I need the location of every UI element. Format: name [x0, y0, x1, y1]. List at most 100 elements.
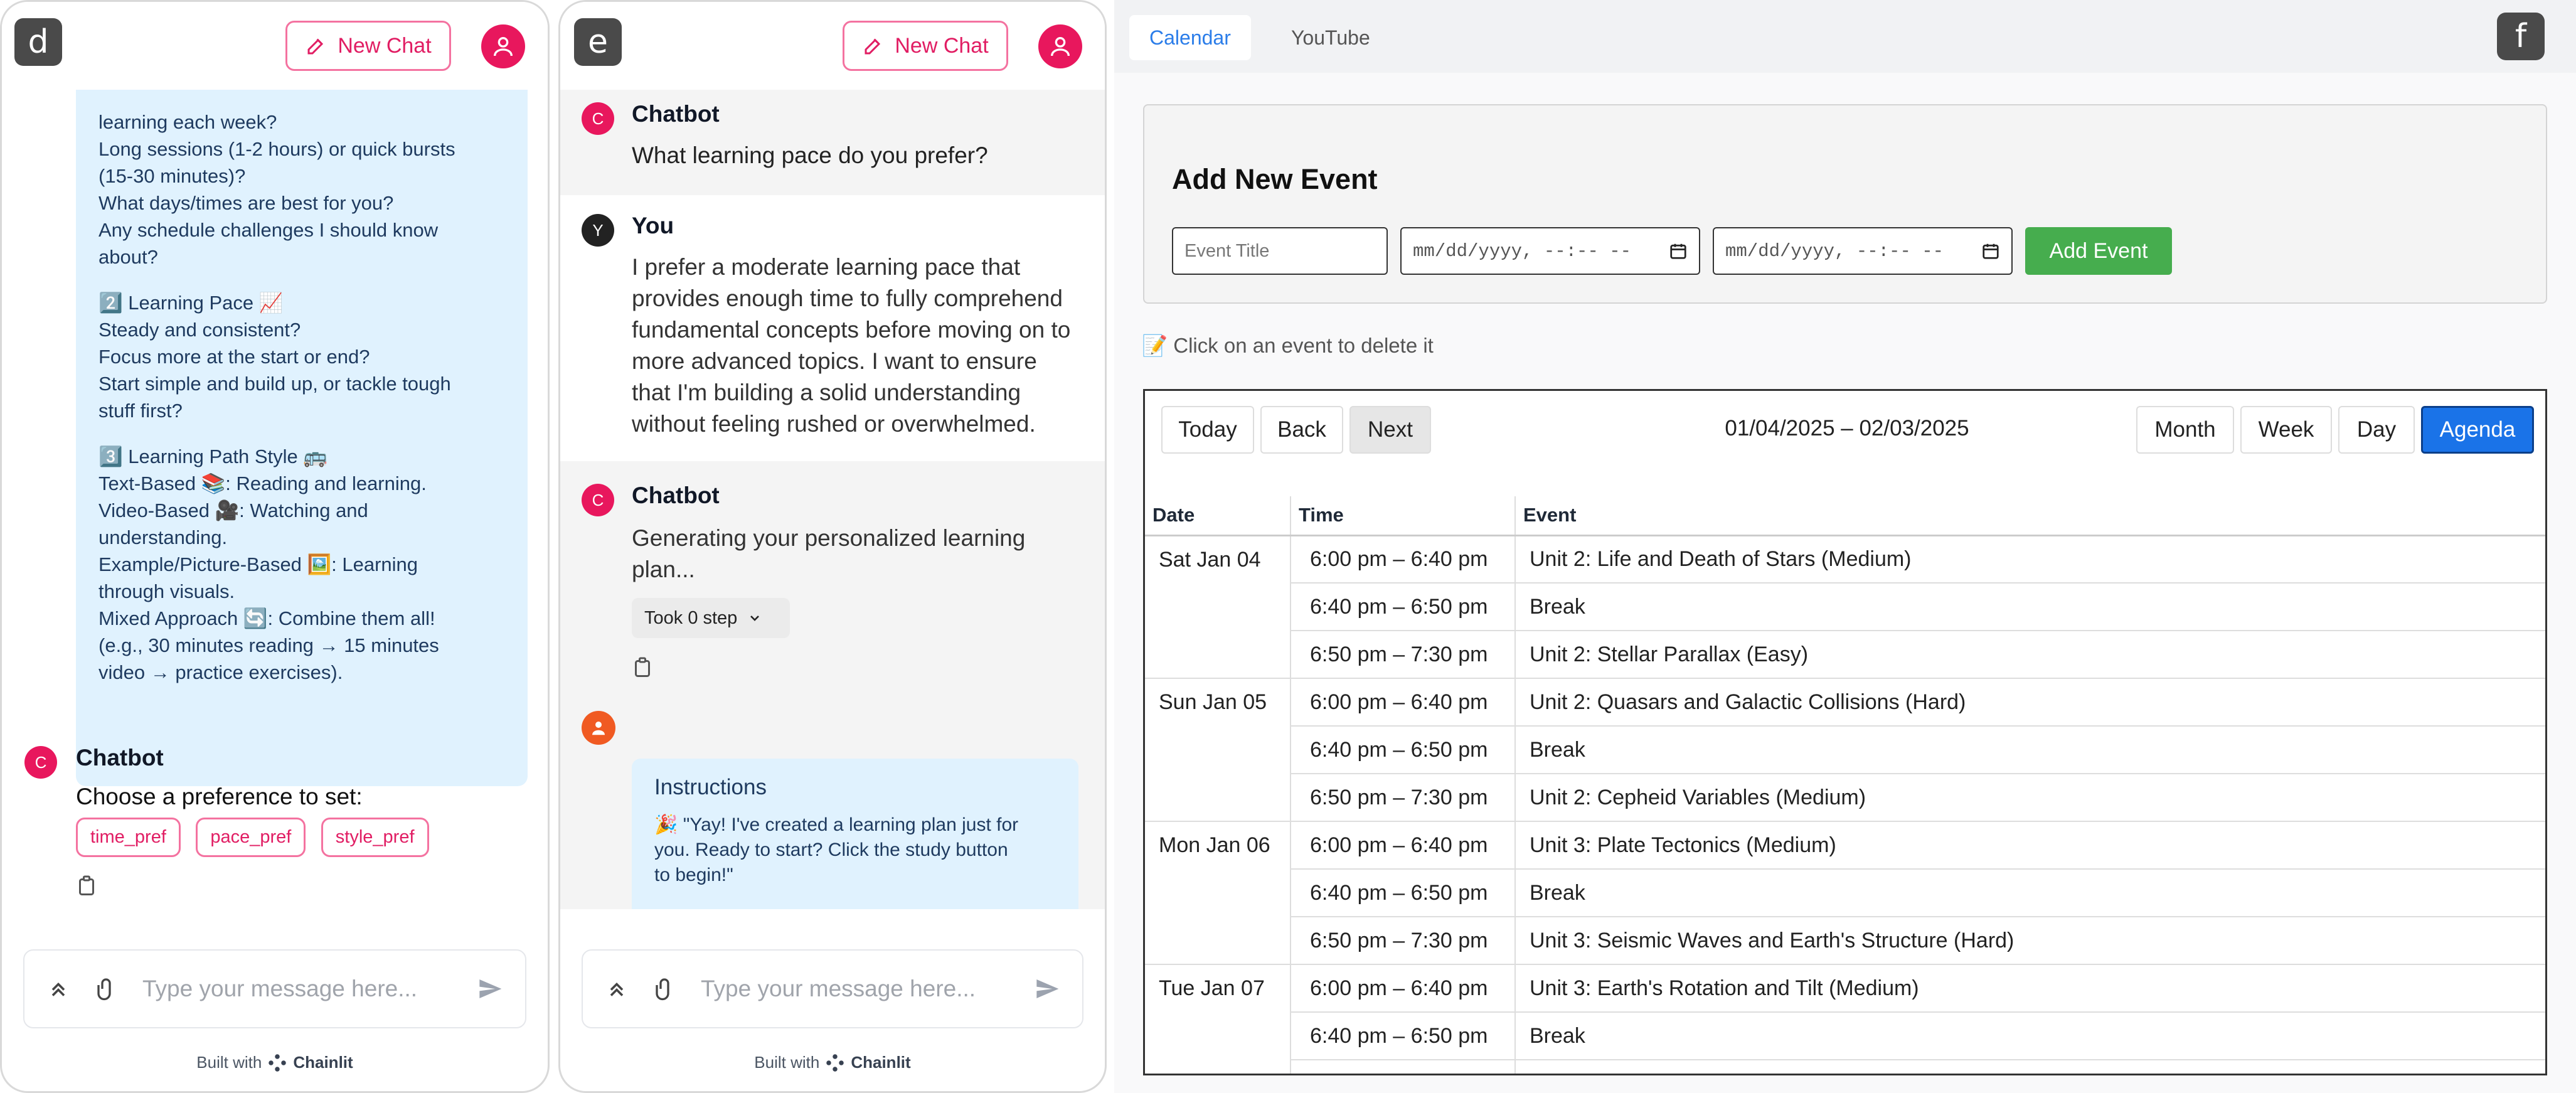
- assistant-avatar: [582, 711, 615, 745]
- event-title-input[interactable]: Event Title: [1172, 227, 1388, 275]
- agenda-row: 6:50 pm – 7:30 pm Unit 2: Stellar Paralla…: [1145, 631, 2545, 679]
- chevrons-up-icon[interactable]: [605, 978, 628, 1000]
- agenda-event-cell[interactable]: Unit 2: Stellar Parallax (Easy): [1515, 631, 2545, 679]
- built-with-text: Built with: [754, 1053, 820, 1072]
- text-line: Focus more at the start or end?: [98, 346, 370, 368]
- view-month-button[interactable]: Month: [2136, 406, 2234, 454]
- text-line: without feeling rushed or overwhelmed.: [632, 411, 1036, 437]
- message-composer: [582, 949, 1083, 1028]
- instructions-title: Instructions: [654, 775, 767, 799]
- text-line: Start simple and build up, or tackle tou…: [98, 373, 451, 395]
- chat-header: New Chat: [560, 2, 1105, 90]
- agenda-event-cell[interactable]: Break: [1515, 869, 2545, 917]
- user-icon: [592, 722, 605, 735]
- message-input[interactable]: [142, 976, 452, 1002]
- today-button[interactable]: Today: [1161, 406, 1254, 454]
- chip-pace-pref[interactable]: pace_pref: [196, 818, 306, 857]
- view-week-button[interactable]: Week: [2240, 406, 2332, 454]
- text-line: Any schedule challenges I should know: [98, 219, 439, 241]
- new-chat-button[interactable]: New Chat: [285, 21, 451, 71]
- chip-time-pref[interactable]: time_pref: [76, 818, 181, 857]
- user-avatar-button[interactable]: [1038, 24, 1082, 68]
- agenda-time-cell: 6:00 pm – 6:40 pm: [1291, 535, 1516, 584]
- agenda-row: 6:40 pm – 6:50 pm Break: [1145, 583, 2545, 631]
- agenda-time-cell: [1291, 1060, 1516, 1074]
- text-line: Video-Based 🎥: Watching and: [98, 499, 368, 521]
- calendar-agenda: Today Back Next 01/04/2025 – 02/03/2025 …: [1143, 389, 2547, 1075]
- user-avatar-button[interactable]: [481, 24, 525, 68]
- copy-icon[interactable]: [77, 875, 96, 900]
- message-input[interactable]: [701, 976, 1009, 1002]
- user-icon: [1051, 36, 1070, 56]
- agenda-event-cell[interactable]: Unit 2: Cepheid Variables (Medium): [1515, 774, 2545, 822]
- agenda-event-cell[interactable]: Break: [1515, 583, 2545, 631]
- text-line: (e.g., 30 minutes reading → 15 minutes: [98, 634, 439, 656]
- text-line: I prefer a moderate learning pace that: [632, 254, 1021, 280]
- tab-calendar[interactable]: Calendar: [1129, 15, 1251, 60]
- view-day-button[interactable]: Day: [2338, 406, 2415, 454]
- text-line: you. Ready to start? Click the study but…: [654, 840, 1008, 860]
- chatbot-avatar: C: [24, 746, 57, 779]
- paperclip-icon[interactable]: [653, 976, 676, 1001]
- view-agenda-button[interactable]: Agenda: [2421, 406, 2534, 454]
- send-icon[interactable]: [1035, 976, 1060, 1001]
- chatbot-name: Chatbot: [632, 483, 720, 508]
- agenda-time-cell: 6:00 pm – 6:40 pm: [1291, 678, 1516, 727]
- agenda-event-cell[interactable]: Unit 3: Plate Tectonics (Medium): [1515, 821, 2545, 870]
- user-message-block: Y You I prefer a moderate learning pace …: [560, 195, 1105, 461]
- text-line: [98, 270, 528, 289]
- user-message-text: I prefer a moderate learning pace that pr…: [632, 252, 1070, 440]
- agenda-event-cell[interactable]: Unit 2: Life and Death of Stars (Medium): [1515, 535, 2545, 584]
- chat-panel-e: e New Chat C Chatbot What learning pace …: [558, 0, 1107, 1093]
- text-line: 2️⃣ Learning Pace 📈: [98, 292, 284, 314]
- agenda-time-cell: 6:50 pm – 7:30 pm: [1291, 774, 1516, 822]
- end-datetime-input[interactable]: mm/dd/yyyy, --:-- --: [1713, 227, 2013, 275]
- column-event: Event: [1515, 496, 2545, 536]
- agenda-event-cell[interactable]: Break: [1515, 726, 2545, 774]
- agenda-event-cell[interactable]: Unit 2: Quasars and Galactic Collisions …: [1515, 678, 2545, 727]
- chip-style-pref[interactable]: style_pref: [321, 818, 429, 857]
- panel-label-f: f: [2497, 13, 2545, 60]
- add-event-button[interactable]: Add Event: [2025, 227, 2172, 275]
- text-line: through visuals.: [98, 580, 235, 602]
- agenda-time-cell: 6:50 pm – 7:30 pm: [1291, 917, 1516, 965]
- tab-bar: Calendar YouTube f: [1114, 0, 2576, 73]
- text-line: What days/times are best for you?: [98, 192, 394, 214]
- built-with-text: Built with: [196, 1053, 262, 1072]
- chainlit-brand[interactable]: Chainlit: [293, 1053, 353, 1072]
- agenda-event-cell[interactable]: [1515, 1060, 2545, 1074]
- chainlit-brand[interactable]: Chainlit: [851, 1053, 910, 1072]
- agenda-event-cell[interactable]: Unit 3: Seismic Waves and Earth's Struct…: [1515, 917, 2545, 965]
- copy-icon[interactable]: [633, 657, 652, 681]
- back-button[interactable]: Back: [1260, 406, 1343, 454]
- calendar-icon[interactable]: [1981, 242, 2000, 260]
- instructions-text: 🎉 "Yay! I've created a learning plan jus…: [654, 813, 1078, 888]
- text-line: to begin!": [654, 865, 733, 885]
- agenda-row: 6:40 pm – 6:50 pm Break: [1145, 869, 2545, 917]
- calendar-icon[interactable]: [1669, 242, 1688, 260]
- took-step-dropdown[interactable]: Took 0 step: [632, 598, 790, 638]
- start-datetime-input[interactable]: mm/dd/yyyy, --:-- --: [1400, 227, 1700, 275]
- paperclip-icon[interactable]: [95, 976, 117, 1001]
- new-chat-button[interactable]: New Chat: [843, 21, 1008, 71]
- text-line: video → practice exercises).: [98, 661, 343, 683]
- edit-icon: [865, 38, 881, 55]
- agenda-event-cell[interactable]: Break: [1515, 1012, 2545, 1060]
- tab-youtube[interactable]: YouTube: [1271, 15, 1390, 60]
- agenda-event-cell[interactable]: Unit 3: Earth's Rotation and Tilt (Mediu…: [1515, 964, 2545, 1013]
- text-line: fundamental concepts before moving on to: [632, 317, 1071, 343]
- calendar-panel-f: Calendar YouTube f Add New Event Event T…: [1114, 0, 2576, 1093]
- new-chat-label: New Chat: [338, 33, 432, 58]
- text-line: Generating your personalized learning: [632, 525, 1026, 551]
- agenda-row: 6:40 pm – 6:50 pm Break: [1145, 1012, 2545, 1060]
- next-button[interactable]: Next: [1349, 406, 1431, 454]
- text-line: Steady and consistent?: [98, 319, 301, 341]
- agenda-time-cell: 6:00 pm – 6:40 pm: [1291, 821, 1516, 870]
- chevrons-up-icon[interactable]: [47, 978, 70, 1000]
- agenda-row: 6:40 pm – 6:50 pm Break: [1145, 726, 2545, 774]
- text-line: 🎉 "Yay! I've created a learning plan jus…: [654, 814, 1019, 835]
- edit-icon: [307, 38, 324, 55]
- send-icon[interactable]: [477, 976, 503, 1001]
- took-step-label: Took 0 step: [644, 607, 738, 628]
- text-line: learning each week?: [98, 111, 277, 133]
